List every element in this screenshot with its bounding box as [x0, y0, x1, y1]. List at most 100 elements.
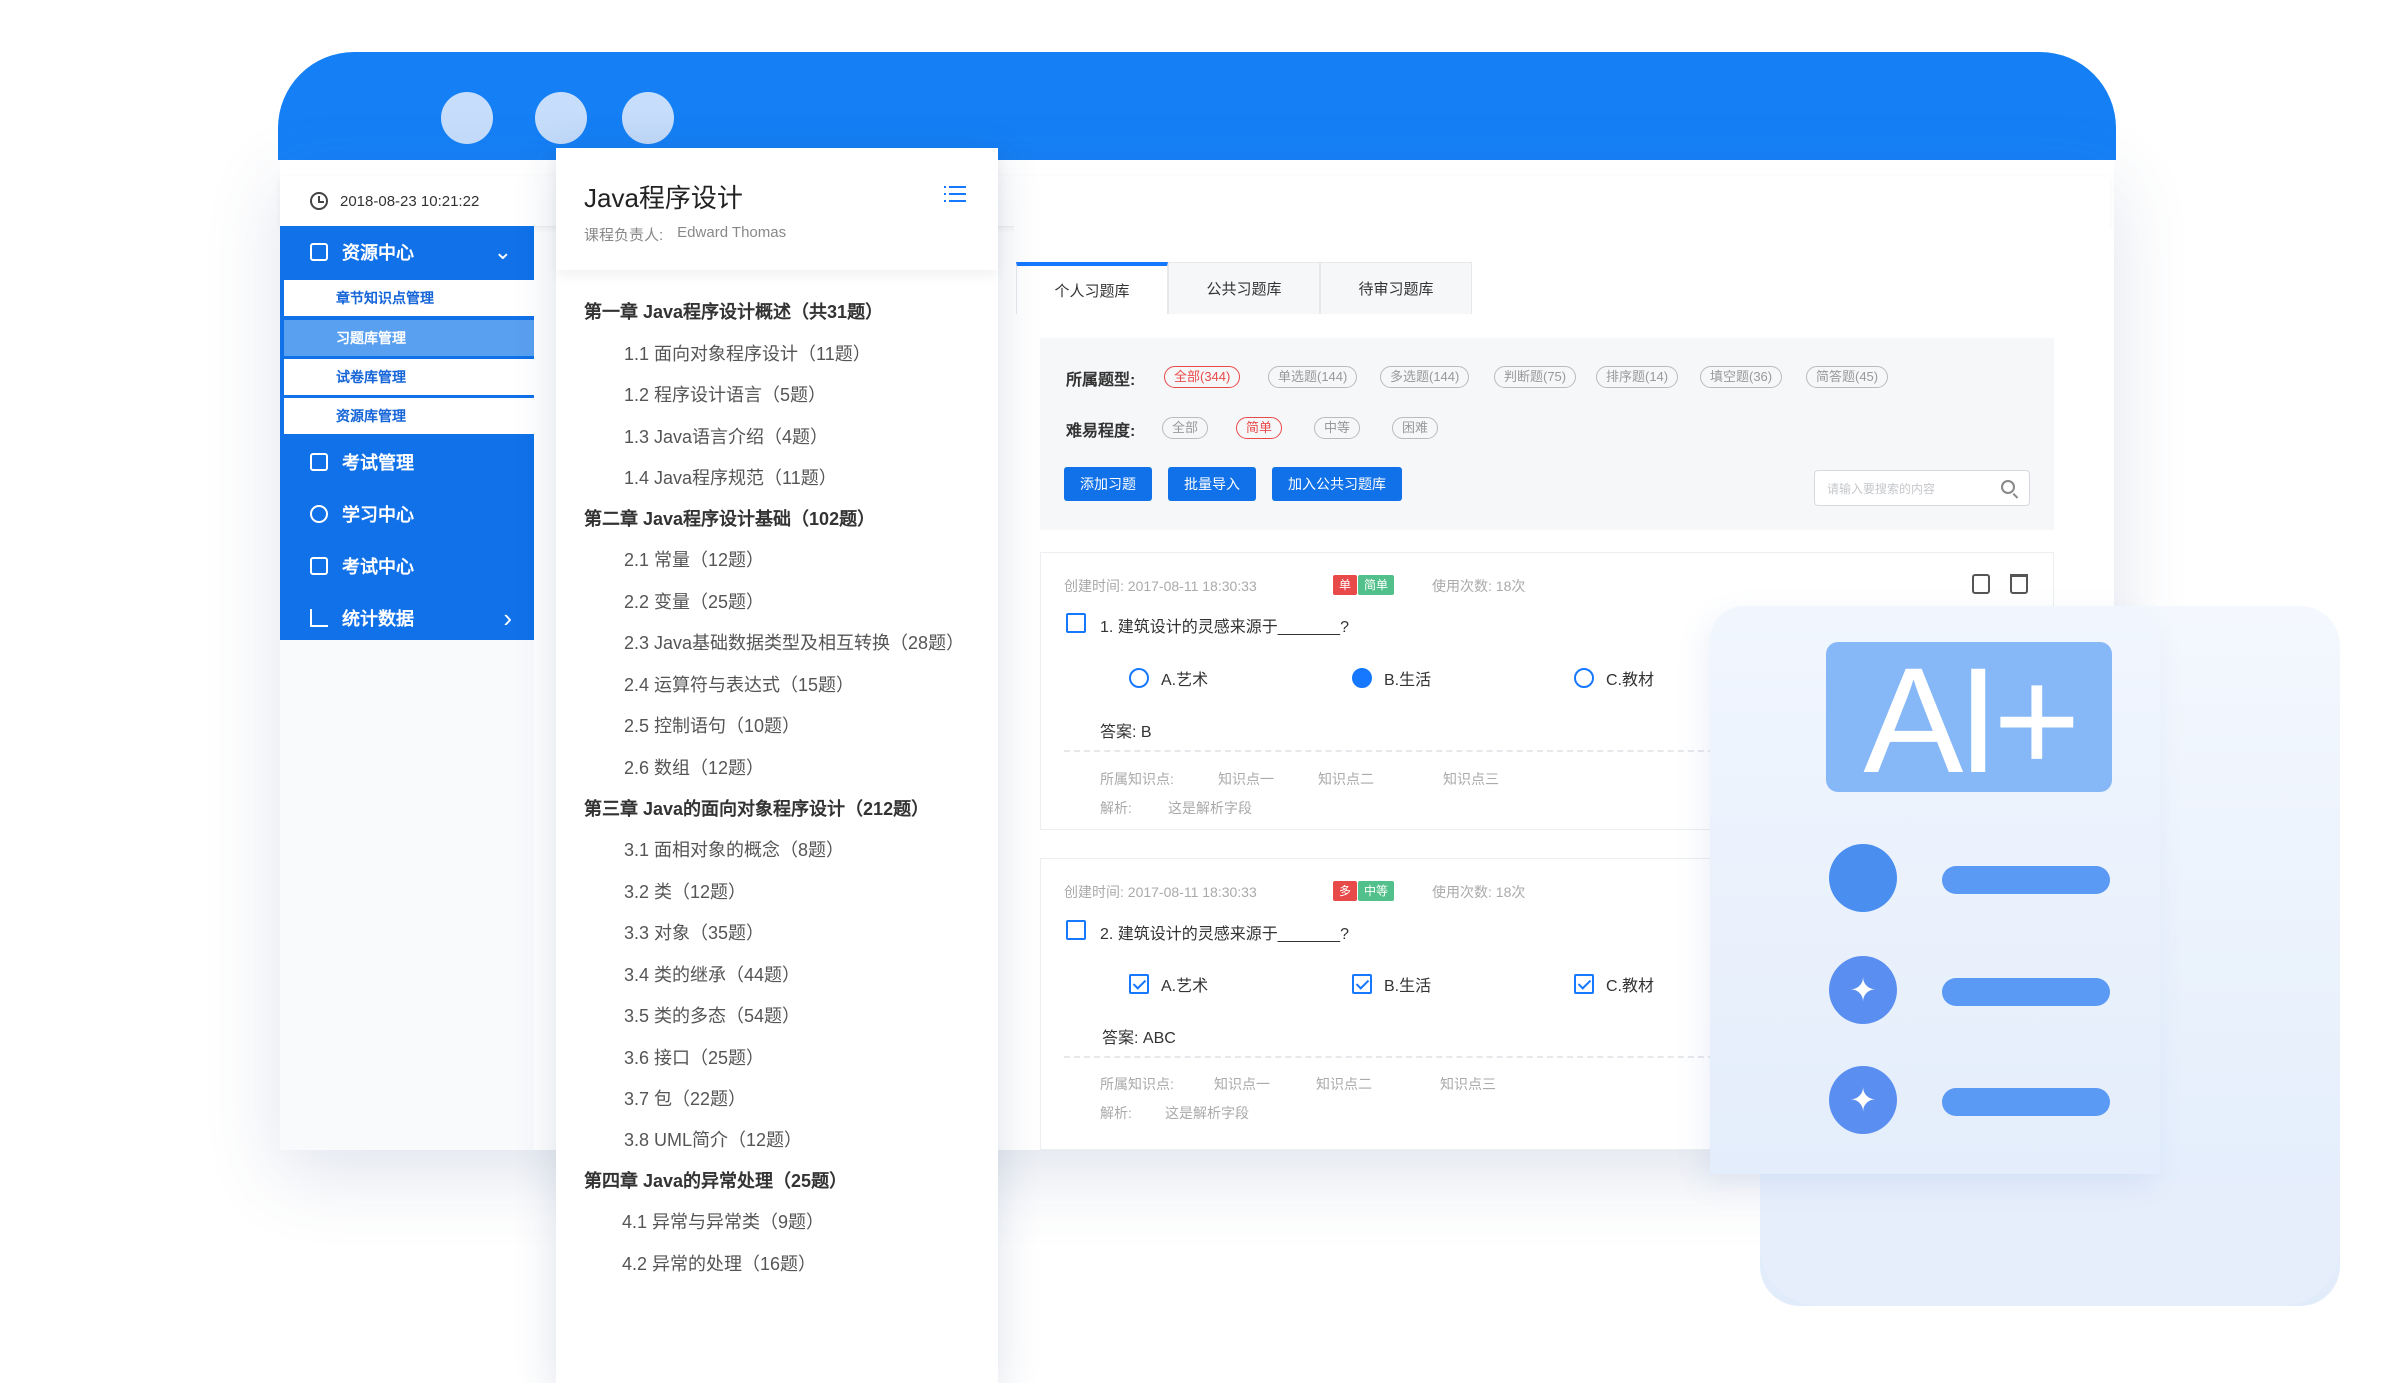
clock-icon: [310, 192, 328, 210]
question-select-checkbox[interactable]: [1066, 613, 1086, 633]
option-a[interactable]: A.艺术: [1129, 666, 1208, 690]
section-item[interactable]: 2.4 运算符与表达式（15题）: [624, 671, 854, 697]
tab-pending[interactable]: 待审习题库: [1320, 262, 1472, 314]
course-owner-label: 课程负责人:: [584, 227, 664, 244]
question-usage-count: 使用次数: 18次: [1432, 578, 1526, 594]
sidebar-item-study-center[interactable]: 学习中心: [280, 488, 534, 540]
difficulty-filter-hard[interactable]: 困难: [1392, 417, 1439, 439]
sidebar-subitem-paper-bank[interactable]: 试卷库管理: [284, 359, 534, 395]
section-item[interactable]: 2.6 数组（12题）: [624, 754, 764, 780]
question-level-badge: 中等: [1358, 881, 1395, 901]
chapter-2[interactable]: 第二章 Java程序设计基础（102题）: [584, 505, 875, 531]
exam-manage-icon: [310, 453, 328, 471]
knowledge-point-label: 所属知识点:: [1100, 1076, 1174, 1092]
section-item[interactable]: 3.8 UML简介（12题）: [624, 1126, 802, 1152]
difficulty-filter-medium[interactable]: 中等: [1314, 417, 1361, 439]
question-answer: 答案: ABC: [1102, 1030, 1176, 1047]
add-question-button[interactable]: 添加习题: [1064, 467, 1152, 501]
option-b[interactable]: B.生活: [1352, 972, 1431, 996]
knowledge-point-tag: 知识点三: [1440, 1076, 1496, 1092]
window-control-dot[interactable]: [622, 92, 674, 144]
section-item[interactable]: 1.2 程序设计语言（5题）: [624, 381, 826, 407]
sidebar-empty-area: [280, 640, 534, 1150]
search-icon[interactable]: [2001, 480, 2015, 494]
difficulty-filter-all[interactable]: 全部: [1162, 417, 1209, 439]
difficulty-filter-easy[interactable]: 简单: [1236, 417, 1283, 439]
trash-icon[interactable]: [2010, 574, 2028, 594]
analysis-text: 这是解析字段: [1168, 800, 1252, 816]
sidebar-subitem-question-bank[interactable]: 习题库管理: [284, 320, 534, 356]
sidebar-item-exam-manage[interactable]: 考试管理: [280, 436, 534, 488]
question-level-badge: 简单: [1358, 575, 1395, 595]
sidebar-subitem-chapter-knowledge[interactable]: 章节知识点管理: [284, 280, 534, 316]
knowledge-point-tag: 知识点一: [1218, 771, 1274, 787]
sparkle-glyph: ✦: [1849, 1082, 1877, 1118]
section-item[interactable]: 2.1 常量（12题）: [624, 546, 764, 572]
analysis-text: 这是解析字段: [1165, 1105, 1249, 1121]
analysis-label: 解析:: [1100, 1105, 1132, 1121]
sidebar-item-resource-center[interactable]: 资源中心 ⌄: [280, 226, 534, 278]
sidebar-item-statistics[interactable]: 统计数据 ›: [280, 592, 534, 644]
section-item[interactable]: 4.2 异常的处理（16题）: [622, 1250, 816, 1276]
question-text: 2. 建筑设计的灵感来源于_______?: [1100, 926, 1349, 943]
option-b[interactable]: B.生活: [1352, 666, 1431, 690]
chapter-4[interactable]: 第四章 Java的异常处理（25题）: [584, 1167, 847, 1193]
question-usage-count: 使用次数: 18次: [1432, 884, 1526, 900]
type-filter-sort[interactable]: 排序题(14): [1596, 366, 1679, 388]
type-filter-all[interactable]: 全部(344): [1164, 366, 1241, 388]
chapter-1[interactable]: 第一章 Java程序设计概述（共31题）: [584, 298, 883, 324]
list-menu-icon[interactable]: [944, 184, 966, 204]
section-item[interactable]: 2.5 控制语句（10题）: [624, 712, 800, 738]
section-item[interactable]: 3.5 类的多态（54题）: [624, 1002, 800, 1028]
datetime-display: 2018-08-23 10:21:22: [310, 188, 479, 214]
section-item[interactable]: 4.1 异常与异常类（9题）: [622, 1208, 824, 1234]
chapter-3[interactable]: 第三章 Java的面向对象程序设计（212题）: [584, 795, 929, 821]
analysis-label: 解析:: [1100, 800, 1132, 816]
option-a[interactable]: A.艺术: [1129, 972, 1208, 996]
type-filter-multi[interactable]: 多选题(144): [1380, 366, 1470, 388]
section-item[interactable]: 2.3 Java基础数据类型及相互转换（28题）: [624, 629, 964, 655]
window-control-dot[interactable]: [441, 92, 493, 144]
option-label: B.生活: [1384, 672, 1432, 689]
option-label: A.艺术: [1161, 672, 1209, 689]
section-item[interactable]: 1.1 面向对象程序设计（11题）: [624, 340, 871, 366]
batch-import-button[interactable]: 批量导入: [1168, 467, 1256, 501]
section-item[interactable]: 3.7 包（22题）: [624, 1085, 746, 1111]
question-select-checkbox[interactable]: [1066, 920, 1086, 940]
sidebar-subitem-resource-bank[interactable]: 资源库管理: [284, 398, 534, 434]
add-to-public-button[interactable]: 加入公共习题库: [1272, 467, 1402, 501]
type-filter-single[interactable]: 单选题(144): [1268, 366, 1358, 388]
type-filter-fill[interactable]: 填空题(36): [1700, 366, 1783, 388]
option-c[interactable]: C.教材: [1574, 666, 1654, 690]
section-item[interactable]: 2.2 变量（25题）: [624, 588, 764, 614]
section-item[interactable]: 3.3 对象（35题）: [624, 919, 764, 945]
type-filter-essay[interactable]: 简答题(45): [1806, 366, 1889, 388]
option-label: B.生活: [1384, 978, 1432, 995]
question-answer: 答案: B: [1100, 724, 1152, 741]
ai-card-scroll: [1760, 1180, 2340, 1306]
type-filter-judge[interactable]: 判断题(75): [1494, 366, 1577, 388]
section-item[interactable]: 3.4 类的继承（44题）: [624, 961, 800, 987]
ai-logo-box: AI+: [1826, 642, 2112, 795]
sidebar-item-exam-center[interactable]: 考试中心: [280, 540, 534, 592]
question-created-time: 创建时间: 2017-08-11 18:30:33: [1064, 578, 1257, 594]
tab-personal[interactable]: 个人习题库: [1016, 262, 1168, 314]
edit-icon[interactable]: [1972, 574, 1990, 594]
divider: [1064, 1056, 1724, 1058]
section-item[interactable]: 3.2 类（12题）: [624, 878, 746, 904]
dot-icon: [1829, 844, 1897, 912]
tab-public[interactable]: 公共习题库: [1168, 262, 1320, 314]
section-item[interactable]: 3.6 接口（25题）: [624, 1044, 764, 1070]
checkbox-checked-icon: [1574, 974, 1594, 994]
section-item[interactable]: 1.3 Java语言介绍（4题）: [624, 423, 828, 449]
course-catalog-panel: Java程序设计 课程负责人: Edward Thomas 第一章 Java程序…: [556, 148, 998, 1383]
checkbox-checked-icon: [1352, 974, 1372, 994]
line-chart-icon: [310, 609, 328, 627]
window-control-dot[interactable]: [535, 92, 587, 144]
section-item[interactable]: 1.4 Java程序规范（11题）: [624, 464, 837, 490]
sidebar-item-label: 学习中心: [342, 505, 414, 525]
search-input[interactable]: [1825, 477, 1989, 501]
course-owner-name: Edward Thomas: [677, 224, 787, 241]
section-item[interactable]: 3.1 面相对象的概念（8题）: [624, 836, 844, 862]
option-c[interactable]: C.教材: [1574, 972, 1654, 996]
